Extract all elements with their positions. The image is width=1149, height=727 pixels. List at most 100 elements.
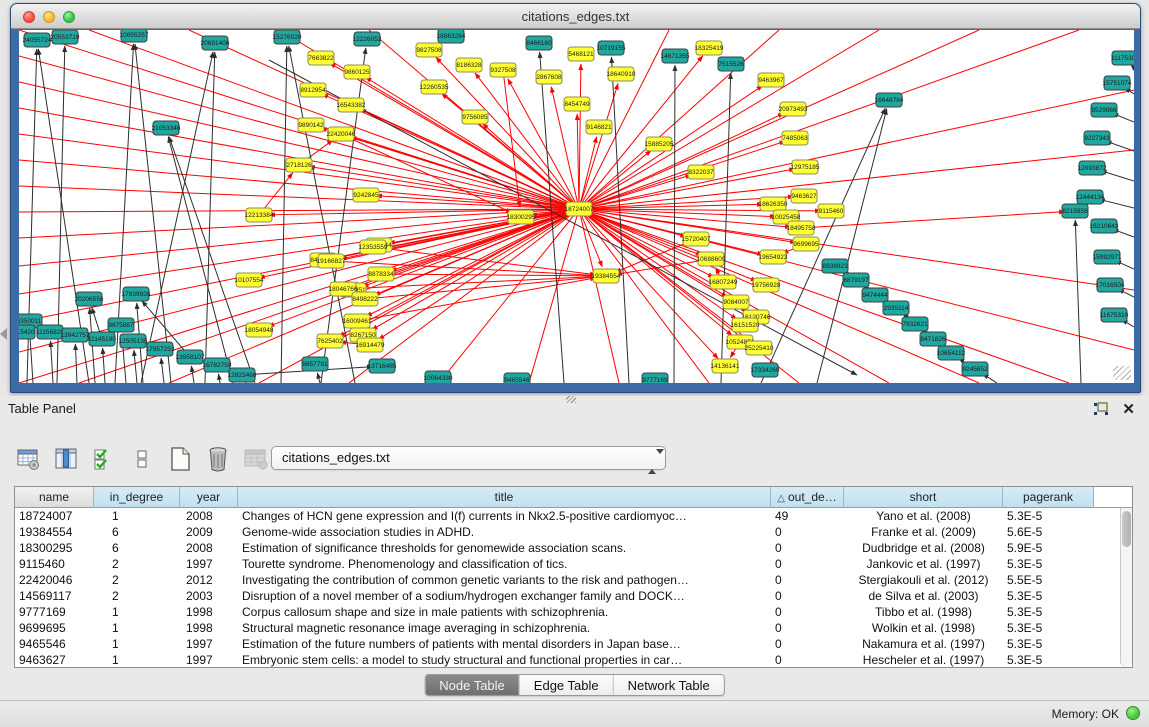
cell-title[interactable]: Investigating the contribution of common… [238, 572, 771, 588]
cell-name[interactable]: 9463627 [15, 652, 94, 667]
cell-year[interactable]: 1997 [180, 556, 238, 572]
panel-collapse-arrow-icon[interactable] [0, 328, 7, 340]
cell-out_degree[interactable]: 0 [771, 556, 844, 572]
cell-title[interactable]: Genome-wide association studies in ADHD. [238, 524, 771, 540]
cell-in_degree[interactable]: 6 [94, 524, 180, 540]
cell-title[interactable]: Structural magnetic resonance image aver… [238, 620, 771, 636]
cell-out_degree[interactable]: 0 [771, 652, 844, 667]
cell-short[interactable]: Wolkin et al. (1998) [844, 620, 1003, 636]
select-all-button[interactable] [90, 445, 118, 473]
import-table-button[interactable] [242, 445, 270, 473]
column-header-pagerank[interactable]: pagerank [1003, 487, 1094, 508]
column-header-name[interactable]: name [15, 487, 94, 508]
cell-short[interactable]: Tibbo et al. (1998) [844, 604, 1003, 620]
tab-edge-table[interactable]: Edge Table [520, 675, 614, 695]
unselect-all-button[interactable] [128, 445, 156, 473]
table-row[interactable]: 969969511998Structural magnetic resonanc… [15, 620, 1120, 636]
column-header-title[interactable]: title [238, 487, 771, 508]
cell-year[interactable]: 1997 [180, 636, 238, 652]
cell-title[interactable]: Embryonic stem cells: a model to study s… [238, 652, 771, 667]
table-row[interactable]: 1872400712008Changes of HCN gene express… [15, 508, 1120, 524]
cell-in_degree[interactable]: 2 [94, 588, 180, 604]
cell-title[interactable]: Changes of HCN gene expression and I(f) … [238, 508, 771, 524]
cell-in_degree[interactable]: 6 [94, 540, 180, 556]
cell-short[interactable]: Yano et al. (2008) [844, 508, 1003, 524]
table-row[interactable]: 1938455462009Genome-wide association stu… [15, 524, 1120, 540]
cell-pagerank[interactable]: 5.3E-5 [1003, 604, 1094, 620]
cell-short[interactable]: Franke et al. (2009) [844, 524, 1003, 540]
close-window-icon[interactable] [23, 11, 35, 23]
table-row[interactable]: 2242004622012Investigating the contribut… [15, 572, 1120, 588]
cell-year[interactable]: 1997 [180, 652, 238, 667]
cell-in_degree[interactable]: 1 [94, 620, 180, 636]
memory-ok-indicator[interactable] [1126, 706, 1140, 720]
scrollbar-thumb[interactable] [1122, 511, 1131, 547]
window-titlebar[interactable]: citations_edges.txt [11, 4, 1140, 29]
cell-pagerank[interactable]: 5.6E-5 [1003, 524, 1094, 540]
cell-short[interactable]: Jankovic et al. (1997) [844, 556, 1003, 572]
cell-year[interactable]: 2009 [180, 524, 238, 540]
tab-network-table[interactable]: Network Table [614, 675, 724, 695]
cell-year[interactable]: 1998 [180, 620, 238, 636]
cell-out_degree[interactable]: 0 [771, 524, 844, 540]
cell-name[interactable]: 9699695 [15, 620, 94, 636]
cell-year[interactable]: 2008 [180, 540, 238, 556]
cell-name[interactable]: 9115460 [15, 556, 94, 572]
cell-title[interactable]: Estimation of the future numbers of pati… [238, 636, 771, 652]
cell-year[interactable]: 2008 [180, 508, 238, 524]
table-settings-button[interactable] [14, 445, 42, 473]
cell-name[interactable]: 9777169 [15, 604, 94, 620]
cell-pagerank[interactable]: 5.3E-5 [1003, 636, 1094, 652]
cell-short[interactable]: Stergiakouli et al. (2012) [844, 572, 1003, 588]
cell-out_degree[interactable]: 0 [771, 604, 844, 620]
cell-short[interactable]: Hescheler et al. (1997) [844, 652, 1003, 667]
cell-short[interactable]: Dudbridge et al. (2008) [844, 540, 1003, 556]
splitter-grip[interactable] [566, 396, 576, 403]
cell-year[interactable]: 2012 [180, 572, 238, 588]
new-table-button[interactable] [166, 445, 194, 473]
cell-name[interactable]: 14569117 [15, 588, 94, 604]
cell-out_degree[interactable]: 0 [771, 636, 844, 652]
cell-name[interactable]: 19384554 [15, 524, 94, 540]
cell-in_degree[interactable]: 2 [94, 572, 180, 588]
cell-pagerank[interactable]: 5.9E-5 [1003, 540, 1094, 556]
cell-pagerank[interactable]: 5.3E-5 [1003, 588, 1094, 604]
table-row[interactable]: 946362711997Embryonic stem cells: a mode… [15, 652, 1120, 667]
table-row[interactable]: 977716911998Corpus callosum shape and si… [15, 604, 1120, 620]
table-row[interactable]: 946554611997Estimation of the future num… [15, 636, 1120, 652]
cell-title[interactable]: Estimation of significance thresholds fo… [238, 540, 771, 556]
cell-in_degree[interactable]: 2 [94, 556, 180, 572]
cell-title[interactable]: Disruption of a novel member of a sodium… [238, 588, 771, 604]
cell-name[interactable]: 9465546 [15, 636, 94, 652]
table-row[interactable]: 1830029562008Estimation of significance … [15, 540, 1120, 556]
table-row[interactable]: 1456911722003Disruption of a novel membe… [15, 588, 1120, 604]
column-header-short[interactable]: short [844, 487, 1003, 508]
cell-year[interactable]: 2003 [180, 588, 238, 604]
cell-in_degree[interactable]: 1 [94, 652, 180, 667]
cell-out_degree[interactable]: 0 [771, 588, 844, 604]
table-scrollbar[interactable] [1120, 508, 1132, 667]
cell-name[interactable]: 18724007 [15, 508, 94, 524]
cell-year[interactable]: 1998 [180, 604, 238, 620]
network-graph[interactable]: 2405572420553719106552572069140615276020… [19, 30, 1134, 383]
tab-node-table[interactable]: Node Table [425, 675, 520, 695]
cell-out_degree[interactable]: 0 [771, 540, 844, 556]
cell-title[interactable]: Corpus callosum shape and size in male p… [238, 604, 771, 620]
column-header-in_degree[interactable]: in_degree [94, 487, 180, 508]
delete-table-button[interactable] [204, 445, 232, 473]
cell-pagerank[interactable]: 5.3E-5 [1003, 556, 1094, 572]
cell-short[interactable]: Nakamura et al. (1997) [844, 636, 1003, 652]
column-header-year[interactable]: year [180, 487, 238, 508]
cell-pagerank[interactable]: 5.3E-5 [1003, 652, 1094, 667]
minimize-window-icon[interactable] [43, 11, 55, 23]
cell-out_degree[interactable]: 49 [771, 508, 844, 524]
cell-short[interactable]: de Silva et al. (2003) [844, 588, 1003, 604]
show-column-button[interactable] [52, 445, 80, 473]
canvas-resize-grip[interactable] [1113, 366, 1131, 380]
float-panel-icon[interactable] [1093, 402, 1109, 416]
column-header-out_degree[interactable]: △out_de… [771, 487, 844, 508]
cell-title[interactable]: Tourette syndrome. Phenomenology and cla… [238, 556, 771, 572]
cell-name[interactable]: 22420046 [15, 572, 94, 588]
cell-out_degree[interactable]: 0 [771, 572, 844, 588]
table-row[interactable]: 911546021997Tourette syndrome. Phenomeno… [15, 556, 1120, 572]
